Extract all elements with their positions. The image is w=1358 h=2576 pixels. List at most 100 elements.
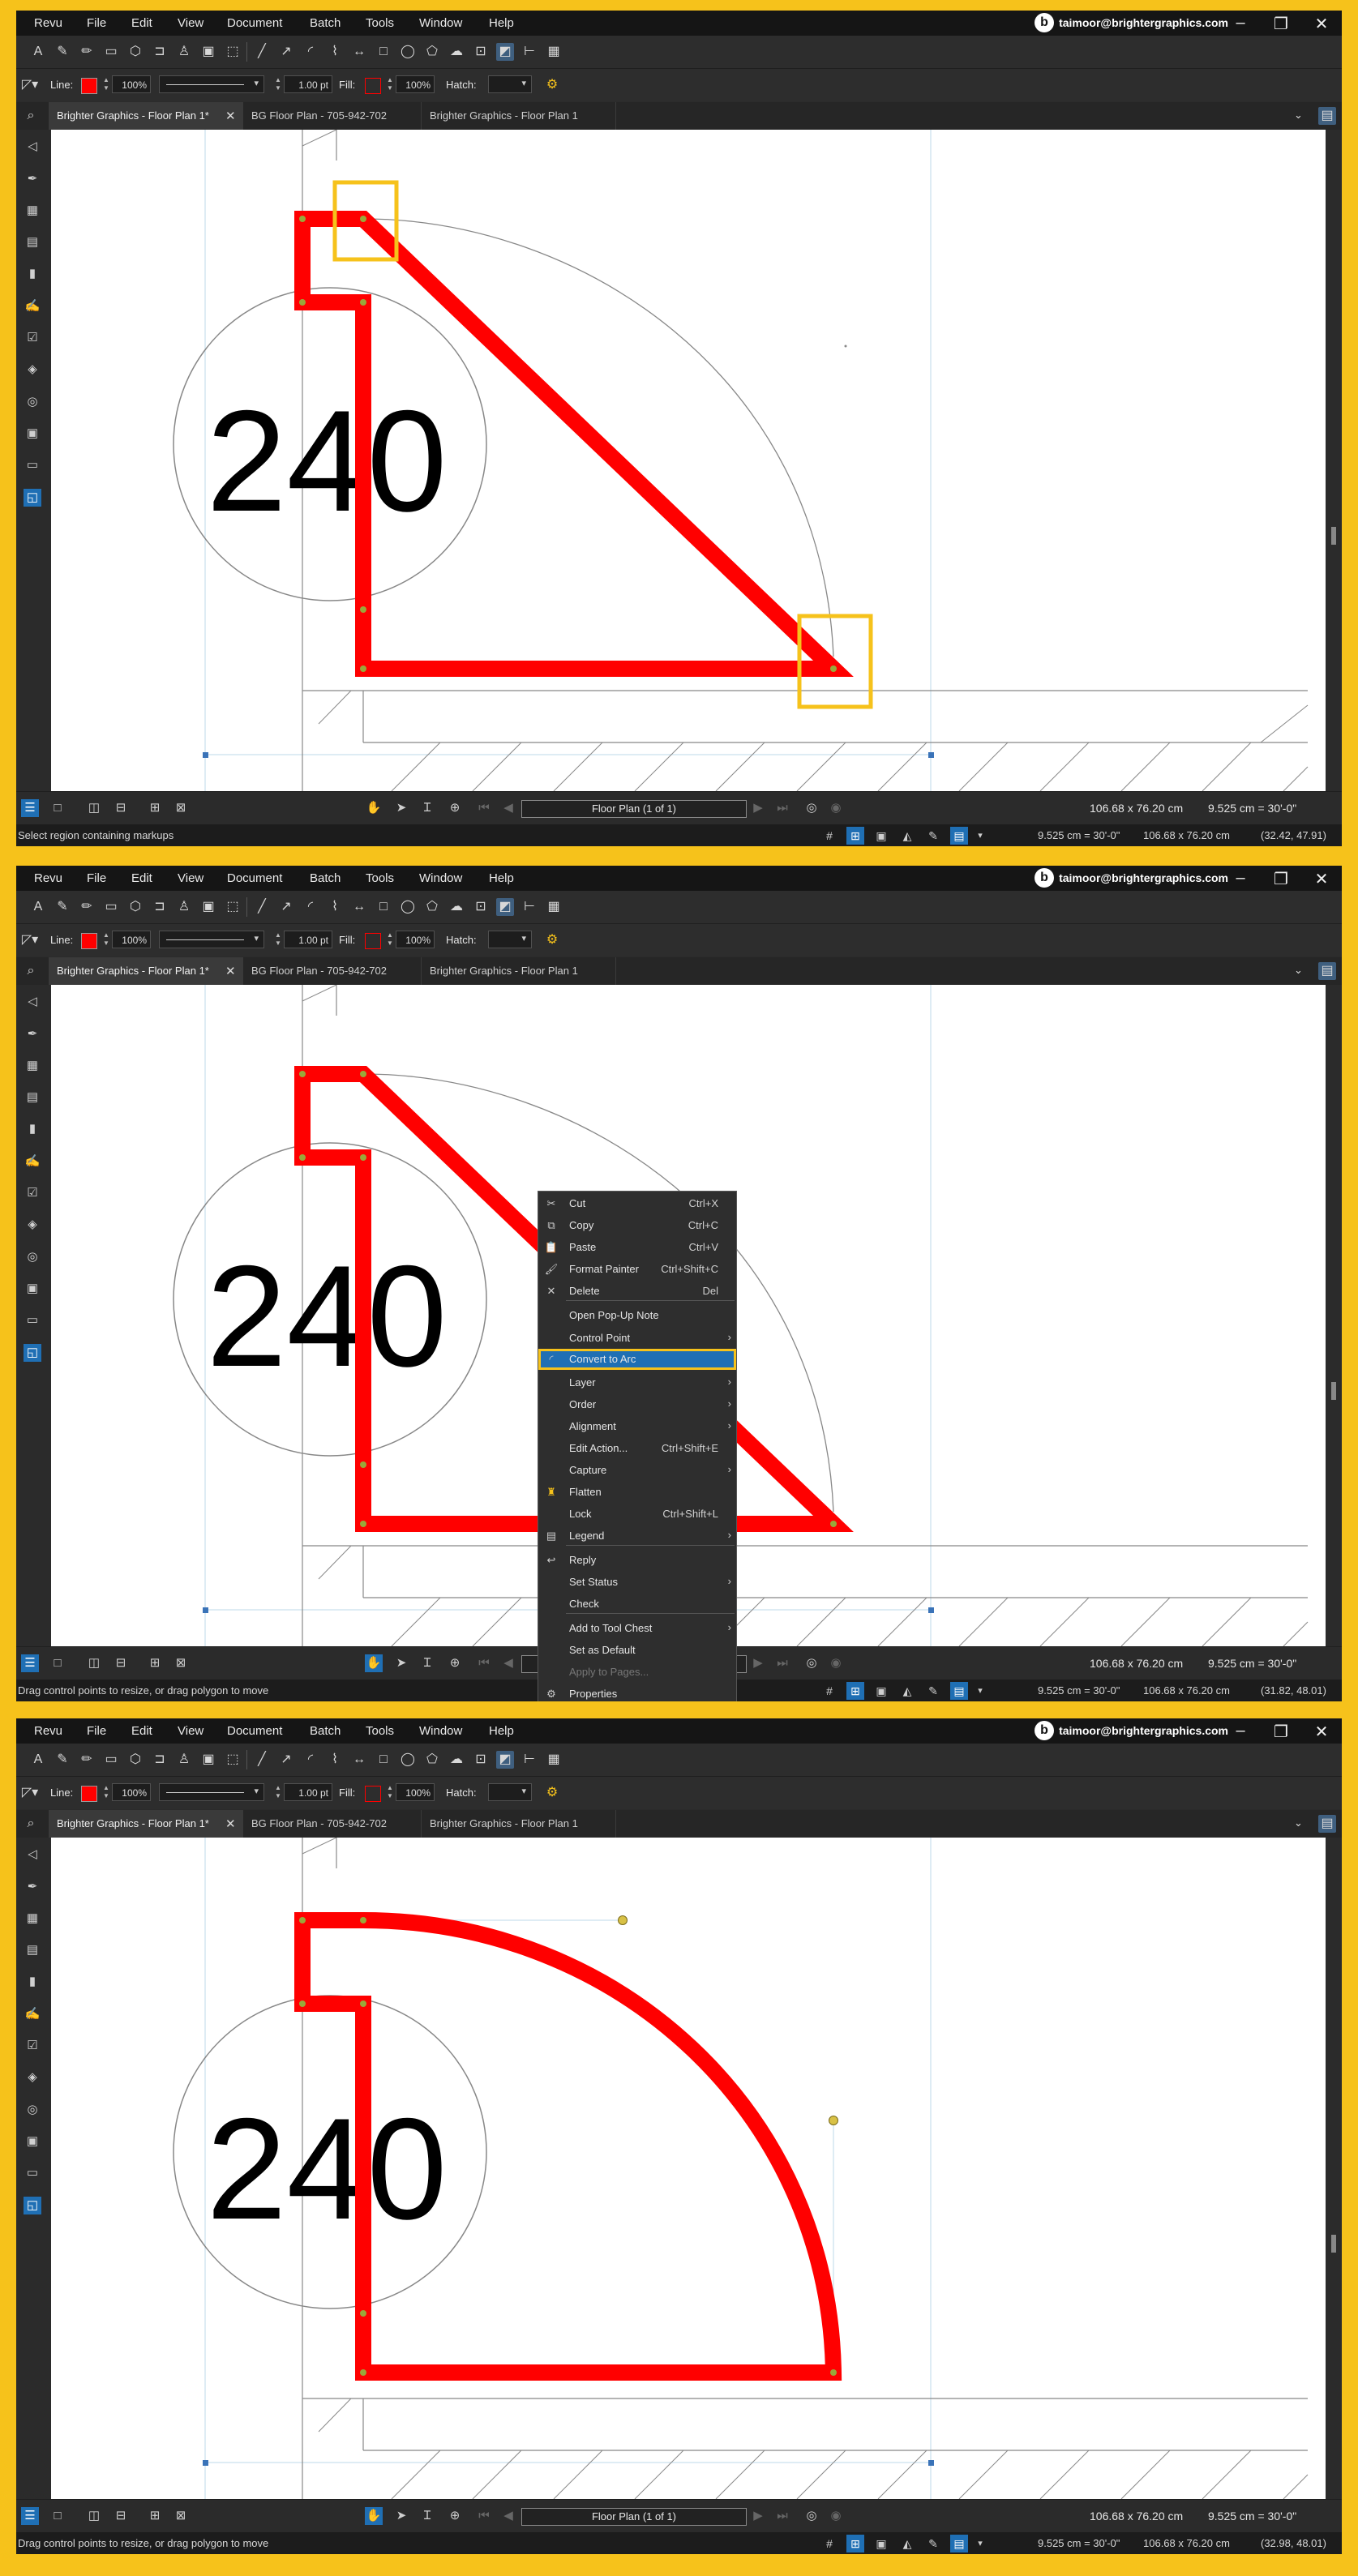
- arrow-icon[interactable]: ↗: [277, 43, 295, 61]
- menu-batch[interactable]: Batch: [310, 1724, 341, 1738]
- callout-icon[interactable]: ⊐: [151, 43, 169, 61]
- arrow-icon[interactable]: ↗: [277, 1751, 295, 1769]
- snap-markup-icon[interactable]: ◭: [898, 1682, 916, 1700]
- search-icon[interactable]: ⌕: [22, 107, 40, 125]
- panel-toggle-icon[interactable]: ▤: [1318, 107, 1336, 125]
- note-icon[interactable]: ▭: [102, 1751, 120, 1769]
- image-icon[interactable]: ▣: [199, 1751, 217, 1769]
- context-menu-item-legend[interactable]: ▤ Legend ›: [538, 1525, 736, 1547]
- cloud-icon[interactable]: ☁: [448, 43, 465, 61]
- snapshot-icon[interactable]: ⬚: [224, 43, 242, 61]
- context-menu-item-edit-action[interactable]: Edit Action... Ctrl+Shift+E: [538, 1438, 736, 1459]
- fill-opacity-spinner[interactable]: ▲ ▼: [386, 931, 394, 948]
- layers-icon[interactable]: ◈: [24, 361, 41, 379]
- menu-view[interactable]: View: [178, 871, 203, 885]
- minimize-icon[interactable]: –: [1228, 869, 1253, 888]
- pen-tool-icon[interactable]: ✒: [24, 1878, 41, 1896]
- properties-brush-icon[interactable]: ⚙: [543, 1784, 561, 1802]
- panel-toggle-icon[interactable]: ▤: [1318, 1815, 1336, 1833]
- snap-markup-icon[interactable]: ◭: [898, 2535, 916, 2552]
- shape-dropdown-icon[interactable]: ◸▾: [21, 931, 39, 949]
- hatch-dropdown[interactable]: ▾: [488, 931, 532, 948]
- menu-view[interactable]: View: [178, 1724, 203, 1738]
- stamp-icon[interactable]: ♙: [175, 898, 193, 916]
- properties-panel-icon[interactable]: ▣: [24, 425, 41, 443]
- snap-content-icon[interactable]: ▣: [872, 2535, 890, 2552]
- grid-icon[interactable]: #: [820, 827, 838, 845]
- context-menu-item-convert-to-arc[interactable]: ◜ Convert to Arc: [538, 1349, 736, 1370]
- note-icon[interactable]: ▭: [102, 43, 120, 61]
- sync-view-icon[interactable]: ▤: [950, 827, 968, 845]
- polygon-tool-icon[interactable]: ⬠: [423, 898, 441, 916]
- context-menu-item-reply[interactable]: ↩ Reply: [538, 1550, 736, 1571]
- tool-chest-icon[interactable]: ▭: [24, 456, 41, 474]
- context-menu-item-set-as-default[interactable]: Set as Default: [538, 1640, 736, 1661]
- context-menu-item-properties[interactable]: ⚙ Properties: [538, 1684, 736, 1701]
- tab-list-chevron-icon[interactable]: ⌄: [1294, 964, 1303, 977]
- menu-revu[interactable]: Revu: [34, 1724, 62, 1738]
- select-pointer-icon[interactable]: ➤: [392, 1654, 410, 1672]
- menu-help[interactable]: Help: [489, 1724, 514, 1738]
- split-vertical-icon[interactable]: ◫: [85, 799, 103, 817]
- snap-content-icon[interactable]: ▣: [872, 1682, 890, 1700]
- dimension-icon[interactable]: ↔: [350, 1751, 368, 1769]
- hatch-dropdown[interactable]: ▾: [488, 75, 532, 93]
- ellipse-icon[interactable]: ◯: [399, 1751, 417, 1769]
- measurements-icon[interactable]: ◱: [24, 489, 41, 507]
- select-text-icon[interactable]: Ɪ: [418, 2507, 436, 2525]
- measurements-icon[interactable]: ◱: [24, 2197, 41, 2214]
- line-opacity-field[interactable]: 100%: [112, 931, 151, 948]
- menu-edit[interactable]: Edit: [131, 871, 152, 885]
- stamp-icon[interactable]: ♙: [175, 43, 193, 61]
- context-menu-item-add-to-tool-chest[interactable]: Add to Tool Chest ›: [538, 1618, 736, 1639]
- menu-document[interactable]: Document: [227, 871, 282, 885]
- context-menu-item-check[interactable]: Check: [538, 1594, 736, 1615]
- line-opacity-spinner[interactable]: ▲ ▼: [102, 76, 110, 92]
- context-menu-item-copy[interactable]: ⧉ Copy Ctrl+C: [538, 1215, 736, 1236]
- menu-tools[interactable]: Tools: [366, 871, 394, 885]
- context-menu-item-paste[interactable]: 📋 Paste Ctrl+V: [538, 1237, 736, 1258]
- pan-hand-icon[interactable]: ✋: [365, 799, 383, 817]
- sync-dropdown-icon[interactable]: ▾: [971, 1682, 989, 1700]
- reuse-icon[interactable]: ✎: [924, 1682, 942, 1700]
- menu-document[interactable]: Document: [227, 16, 282, 30]
- user-email[interactable]: taimoor@brightergraphics.com: [1059, 16, 1228, 29]
- vertical-scrollbar[interactable]: [1326, 1838, 1342, 2499]
- arc-tool-icon[interactable]: ◜: [302, 1751, 319, 1769]
- single-page-icon[interactable]: □: [49, 2507, 66, 2525]
- context-menu-item-lock[interactable]: Lock Ctrl+Shift+L: [538, 1504, 736, 1525]
- snap-to-grid-icon[interactable]: ⊞: [846, 2535, 864, 2552]
- dimension-icon[interactable]: ↔: [350, 898, 368, 916]
- line-style-dropdown[interactable]: ▾: [159, 1783, 264, 1801]
- menu-tools[interactable]: Tools: [366, 16, 394, 30]
- previous-page-icon[interactable]: ◀: [499, 2507, 517, 2525]
- polygon-select-icon[interactable]: ◩: [496, 898, 514, 916]
- grid-icon[interactable]: #: [820, 2535, 838, 2552]
- menu-revu[interactable]: Revu: [34, 16, 62, 30]
- polygon-tool-icon[interactable]: ⬠: [423, 43, 441, 61]
- cloud-plus-icon[interactable]: ⊡: [472, 43, 490, 61]
- tab-list-chevron-icon[interactable]: ⌄: [1294, 109, 1303, 122]
- minimize-icon[interactable]: –: [1228, 1722, 1253, 1740]
- pan-hand-icon[interactable]: ✋: [365, 1654, 383, 1672]
- menu-window[interactable]: Window: [419, 1724, 462, 1738]
- tab-floor-plan-1[interactable]: Brighter Graphics - Floor Plan 1: [422, 1810, 616, 1838]
- line-width-field[interactable]: 1.00 pt: [284, 1783, 332, 1801]
- tab-bg-floor-plan[interactable]: BG Floor Plan - 705-942-702: [243, 1810, 422, 1838]
- tab-floor-plan-1[interactable]: Brighter Graphics - Floor Plan 1: [422, 102, 616, 130]
- context-menu-item-cut[interactable]: ✂ Cut Ctrl+X: [538, 1193, 736, 1214]
- vertical-scrollbar[interactable]: [1326, 130, 1342, 791]
- back-view-icon[interactable]: ◎: [803, 2507, 820, 2525]
- menu-revu[interactable]: Revu: [34, 871, 62, 885]
- fill-color-swatch[interactable]: [365, 78, 381, 94]
- tab-floor-plan-1-modified[interactable]: Brighter Graphics - Floor Plan 1*: [49, 102, 243, 130]
- line-color-swatch[interactable]: [81, 933, 97, 949]
- search-icon[interactable]: ⌕: [22, 962, 40, 980]
- close-icon[interactable]: ✕: [1309, 1722, 1334, 1742]
- user-email[interactable]: taimoor@brightergraphics.com: [1059, 1724, 1228, 1737]
- split-horizontal-icon[interactable]: ⊟: [112, 1654, 130, 1672]
- snap-markup-icon[interactable]: ◭: [898, 827, 916, 845]
- text-box-icon[interactable]: A: [29, 43, 47, 61]
- fill-opacity-field[interactable]: 100%: [396, 75, 435, 93]
- first-page-icon[interactable]: ⏮: [475, 799, 493, 817]
